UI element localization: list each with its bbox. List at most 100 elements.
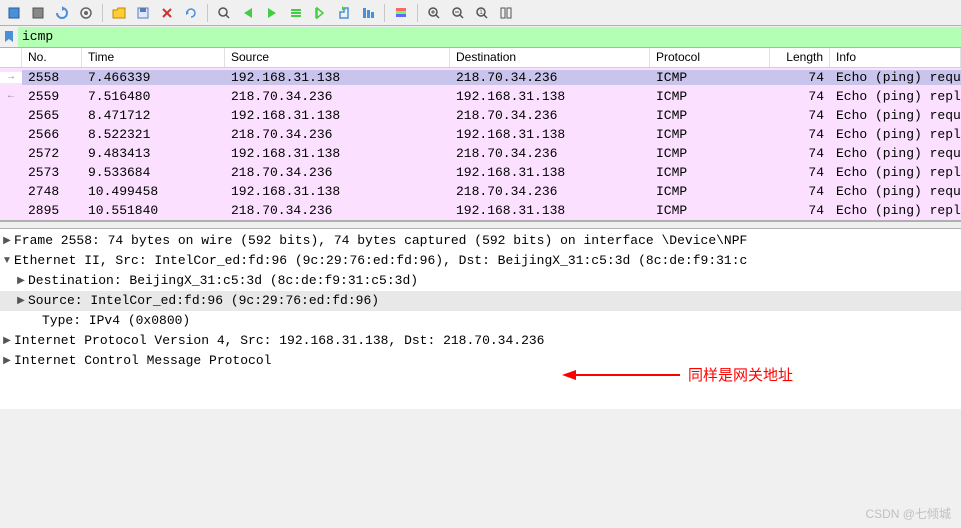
column-header-no[interactable]: No. bbox=[22, 48, 82, 67]
reload-button[interactable] bbox=[181, 3, 201, 23]
cell-source: 192.168.31.138 bbox=[225, 184, 450, 199]
cell-destination: 192.168.31.138 bbox=[450, 127, 650, 142]
cell-destination: 192.168.31.138 bbox=[450, 89, 650, 104]
expand-icon[interactable]: ▶ bbox=[14, 271, 28, 291]
tree-item-frame[interactable]: ▶ Frame 2558: 74 bytes on wire (592 bits… bbox=[0, 231, 961, 251]
icmp-summary: Internet Control Message Protocol bbox=[14, 351, 961, 371]
options-button[interactable] bbox=[76, 3, 96, 23]
column-header-protocol[interactable]: Protocol bbox=[650, 48, 770, 67]
display-filter-input[interactable] bbox=[18, 27, 961, 47]
cell-no: 2748 bbox=[22, 184, 82, 199]
packet-row[interactable]: 25658.471712192.168.31.138218.70.34.236I… bbox=[0, 106, 961, 125]
collapse-icon[interactable]: ▼ bbox=[0, 251, 14, 271]
column-header-source[interactable]: Source bbox=[225, 48, 450, 67]
cell-length: 74 bbox=[770, 146, 830, 161]
packet-row[interactable]: →25587.466339192.168.31.138218.70.34.236… bbox=[0, 68, 961, 87]
eth-type: Type: IPv4 (0x0800) bbox=[42, 311, 961, 331]
go-forward-button[interactable] bbox=[262, 3, 282, 23]
toolbar-separator bbox=[417, 4, 418, 22]
packet-row[interactable]: 289510.551840218.70.34.236192.168.31.138… bbox=[0, 201, 961, 220]
expand-icon[interactable]: ▶ bbox=[0, 351, 14, 371]
toolbar-separator bbox=[384, 4, 385, 22]
resize-columns-button[interactable] bbox=[496, 3, 516, 23]
save-file-button[interactable] bbox=[133, 3, 153, 23]
open-file-button[interactable] bbox=[109, 3, 129, 23]
cell-time: 7.466339 bbox=[82, 70, 225, 85]
cell-time: 10.499458 bbox=[82, 184, 225, 199]
eth-destination: Destination: BeijingX_31:c5:3d (8c:de:f9… bbox=[28, 271, 961, 291]
ethernet-summary: Ethernet II, Src: IntelCor_ed:fd:96 (9c:… bbox=[14, 251, 961, 271]
stop-capture-button[interactable] bbox=[28, 3, 48, 23]
cell-protocol: ICMP bbox=[650, 70, 770, 85]
go-last-button[interactable] bbox=[334, 3, 354, 23]
column-header-length[interactable]: Length bbox=[770, 48, 830, 67]
cell-no: 2566 bbox=[22, 127, 82, 142]
cell-source: 192.168.31.138 bbox=[225, 70, 450, 85]
expand-icon[interactable]: ▶ bbox=[0, 231, 14, 251]
cell-length: 74 bbox=[770, 184, 830, 199]
cell-length: 74 bbox=[770, 127, 830, 142]
packet-row[interactable]: 274810.499458192.168.31.138218.70.34.236… bbox=[0, 182, 961, 201]
start-capture-button[interactable] bbox=[4, 3, 24, 23]
column-header-destination[interactable]: Destination bbox=[450, 48, 650, 67]
go-back-button[interactable] bbox=[238, 3, 258, 23]
cell-source: 218.70.34.236 bbox=[225, 127, 450, 142]
eth-source: Source: IntelCor_ed:fd:96 (9c:29:76:ed:f… bbox=[28, 291, 961, 311]
find-button[interactable] bbox=[214, 3, 234, 23]
cell-no: 2559 bbox=[22, 89, 82, 104]
related-packet-icon: ← bbox=[8, 91, 14, 102]
cell-length: 74 bbox=[770, 89, 830, 104]
pane-splitter[interactable] bbox=[0, 221, 961, 229]
cell-protocol: ICMP bbox=[650, 165, 770, 180]
packet-list-body: →25587.466339192.168.31.138218.70.34.236… bbox=[0, 68, 961, 220]
cell-destination: 218.70.34.236 bbox=[450, 70, 650, 85]
cell-info: Echo (ping) repl bbox=[830, 127, 961, 142]
colorize-button[interactable] bbox=[391, 3, 411, 23]
cell-source: 192.168.31.138 bbox=[225, 108, 450, 123]
bookmark-icon[interactable] bbox=[0, 27, 18, 47]
close-file-button[interactable] bbox=[157, 3, 177, 23]
packet-row[interactable]: 25668.522321218.70.34.236192.168.31.138I… bbox=[0, 125, 961, 144]
cell-no: 2895 bbox=[22, 203, 82, 218]
cell-no: 2572 bbox=[22, 146, 82, 161]
zoom-in-button[interactable] bbox=[424, 3, 444, 23]
cell-source: 192.168.31.138 bbox=[225, 146, 450, 161]
expand-icon[interactable]: ▶ bbox=[14, 291, 28, 311]
tree-item-eth-type[interactable]: Type: IPv4 (0x0800) bbox=[0, 311, 961, 331]
main-toolbar: 1 bbox=[0, 0, 961, 26]
cell-length: 74 bbox=[770, 203, 830, 218]
packet-details-pane: ▶ Frame 2558: 74 bytes on wire (592 bits… bbox=[0, 229, 961, 409]
column-header-info[interactable]: Info bbox=[830, 48, 961, 67]
cell-protocol: ICMP bbox=[650, 184, 770, 199]
cell-source: 218.70.34.236 bbox=[225, 203, 450, 218]
cell-no: 2558 bbox=[22, 70, 82, 85]
tree-item-icmp[interactable]: ▶ Internet Control Message Protocol bbox=[0, 351, 961, 371]
restart-capture-button[interactable] bbox=[52, 3, 72, 23]
go-to-packet-button[interactable] bbox=[286, 3, 306, 23]
cell-length: 74 bbox=[770, 165, 830, 180]
cell-time: 9.483413 bbox=[82, 146, 225, 161]
zoom-out-button[interactable] bbox=[448, 3, 468, 23]
cell-protocol: ICMP bbox=[650, 127, 770, 142]
packet-row[interactable]: ←25597.516480218.70.34.236192.168.31.138… bbox=[0, 87, 961, 106]
go-first-button[interactable] bbox=[310, 3, 330, 23]
packet-row[interactable]: 25739.533684218.70.34.236192.168.31.138I… bbox=[0, 163, 961, 182]
tree-item-ipv4[interactable]: ▶ Internet Protocol Version 4, Src: 192.… bbox=[0, 331, 961, 351]
cell-destination: 218.70.34.236 bbox=[450, 146, 650, 161]
cell-source: 218.70.34.236 bbox=[225, 89, 450, 104]
expand-icon[interactable]: ▶ bbox=[0, 331, 14, 351]
tree-item-eth-source[interactable]: ▶ Source: IntelCor_ed:fd:96 (9c:29:76:ed… bbox=[0, 291, 961, 311]
cell-time: 8.471712 bbox=[82, 108, 225, 123]
zoom-reset-button[interactable]: 1 bbox=[472, 3, 492, 23]
packet-list-pane: No. Time Source Destination Protocol Len… bbox=[0, 48, 961, 221]
cell-protocol: ICMP bbox=[650, 108, 770, 123]
cell-info: Echo (ping) repl bbox=[830, 203, 961, 218]
cell-protocol: ICMP bbox=[650, 89, 770, 104]
tree-item-ethernet[interactable]: ▼ Ethernet II, Src: IntelCor_ed:fd:96 (9… bbox=[0, 251, 961, 271]
column-header-time[interactable]: Time bbox=[82, 48, 225, 67]
ipv4-summary: Internet Protocol Version 4, Src: 192.16… bbox=[14, 331, 961, 351]
auto-scroll-button[interactable] bbox=[358, 3, 378, 23]
packet-row[interactable]: 25729.483413192.168.31.138218.70.34.236I… bbox=[0, 144, 961, 163]
tree-item-eth-destination[interactable]: ▶ Destination: BeijingX_31:c5:3d (8c:de:… bbox=[0, 271, 961, 291]
cell-info: Echo (ping) requ bbox=[830, 146, 961, 161]
